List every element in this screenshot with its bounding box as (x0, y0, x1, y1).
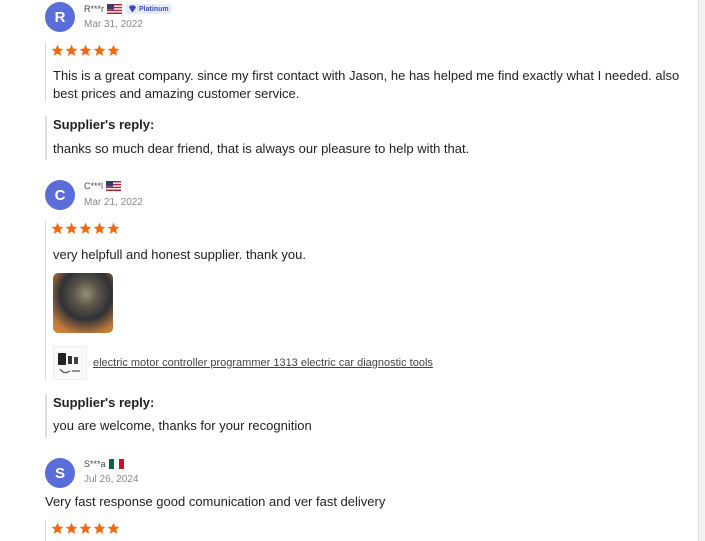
star-icon (79, 44, 92, 56)
star-icon (65, 44, 78, 56)
star-rating (51, 522, 120, 535)
review-date: Mar 31, 2022 (84, 19, 143, 30)
scrollbar-track[interactable] (698, 0, 705, 541)
star-icon (51, 522, 64, 534)
review-text: Very fast response good comunication and… (45, 494, 386, 509)
star-icon (51, 222, 64, 234)
diamond-icon (128, 5, 137, 13)
reply-text: you are welcome, thanks for your recogni… (53, 418, 312, 433)
product-reference[interactable]: electric motor controller programmer 131… (53, 346, 433, 380)
star-icon (51, 44, 64, 56)
review-divider (45, 42, 46, 102)
us-flag-icon (107, 4, 123, 14)
reply-label: Supplier's reply: (53, 395, 155, 410)
star-icon (107, 522, 120, 534)
star-icon (93, 44, 106, 56)
reply-divider (45, 394, 47, 438)
review-photo[interactable] (53, 273, 113, 333)
platinum-badge: Platinum (125, 4, 172, 14)
star-icon (79, 222, 92, 234)
star-rating (51, 44, 120, 57)
review-divider (45, 220, 46, 380)
star-icon (107, 222, 120, 234)
reviewer-name: C***l (84, 181, 104, 191)
reviewer-line: S***a (84, 459, 124, 469)
reply-divider (45, 116, 47, 160)
review-date: Jul 26, 2024 (84, 474, 139, 485)
mx-flag-icon (108, 459, 124, 469)
review-date: Mar 21, 2022 (84, 197, 143, 208)
us-flag-icon (106, 181, 122, 191)
reviewer-line: C***l (84, 181, 122, 191)
reviewer-name: R***r (84, 4, 105, 14)
reviewer-line: R***r Platinum (84, 4, 172, 14)
reply-text: thanks so much dear friend, that is alwa… (53, 141, 470, 156)
review-divider (45, 520, 46, 541)
avatar: S (45, 458, 75, 488)
avatar: R (45, 2, 75, 32)
avatar: C (45, 180, 75, 210)
star-rating (51, 222, 120, 235)
reply-label: Supplier's reply: (53, 117, 155, 132)
review-text: This is a great company. since my first … (53, 68, 680, 101)
star-icon (65, 522, 78, 534)
star-icon (65, 222, 78, 234)
product-link[interactable]: electric motor controller programmer 131… (93, 357, 433, 369)
diagnostic-tool-icon (58, 353, 80, 374)
review-text: very helpfull and honest supplier. thank… (53, 247, 306, 262)
star-icon (79, 522, 92, 534)
reviewer-name: S***a (84, 459, 106, 469)
product-thumbnail[interactable] (53, 346, 87, 380)
star-icon (93, 522, 106, 534)
star-icon (107, 44, 120, 56)
star-icon (93, 222, 106, 234)
